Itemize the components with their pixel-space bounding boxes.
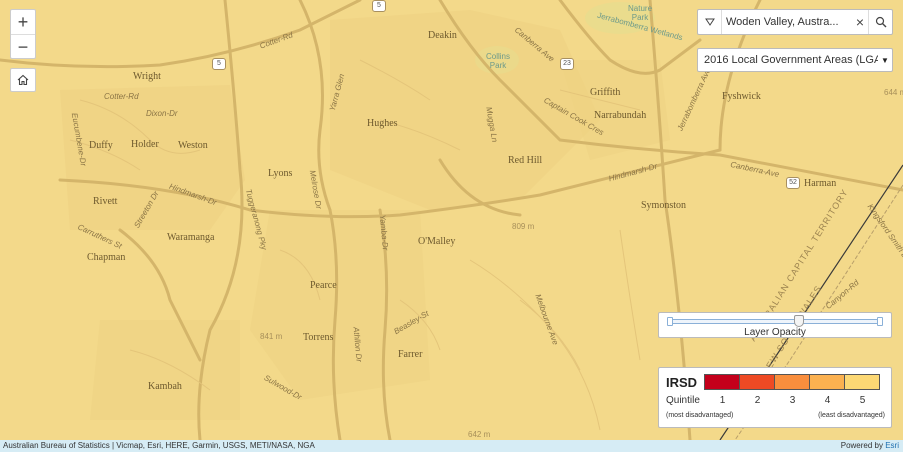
opacity-label: Layer Opacity xyxy=(744,327,806,338)
legend-swatch xyxy=(809,374,845,390)
elevation-label: 841 m xyxy=(260,332,283,341)
suburb-label: Narrabundah xyxy=(594,110,647,121)
suburb-label: Hughes xyxy=(367,118,398,129)
search-icon xyxy=(875,16,886,28)
suburb-label: O'Malley xyxy=(418,236,456,247)
elevation-label: 809 m xyxy=(512,222,535,231)
powered-by-text: Powered by xyxy=(840,441,883,450)
suburb-label: Weston xyxy=(178,140,208,151)
suburb-label: Holder xyxy=(131,139,159,150)
powered-by: Powered by Esri xyxy=(841,440,899,452)
suburb-label: Griffith xyxy=(590,87,621,98)
search-source-dropdown[interactable] xyxy=(698,10,722,34)
suburb-label: Torrens xyxy=(303,332,334,343)
legend-swatches xyxy=(704,374,880,390)
park-label: Collins Park xyxy=(486,52,511,70)
zoom-control: + − xyxy=(10,9,36,59)
suburb-label: Red Hill xyxy=(508,155,543,166)
zoom-out-button[interactable]: − xyxy=(11,34,35,58)
suburb-label: Wright xyxy=(133,71,161,82)
opacity-panel: Layer Opacity xyxy=(658,312,892,338)
suburb-label: Symonston xyxy=(641,200,687,211)
route-shield: 23 xyxy=(560,58,574,70)
legend-class-label: 4 xyxy=(824,395,831,406)
legend-swatch xyxy=(704,374,740,390)
layer-select-value: 2016 Local Government Areas (LGA) xyxy=(704,54,878,66)
suburb-label: Lyons xyxy=(268,168,293,179)
legend-note-left: (most disadvantaged) xyxy=(666,412,734,419)
route-shield: 5 xyxy=(212,58,226,70)
suburb-label: Deakin xyxy=(428,30,457,41)
elevation-label: 644 m xyxy=(884,88,903,97)
legend-quintile-label: Quintile xyxy=(666,395,700,406)
opacity-slider-track[interactable] xyxy=(669,319,879,324)
legend-class-label: 5 xyxy=(859,395,866,406)
search-widget: Woden Valley, Austra... × xyxy=(697,9,893,35)
slider-start-cap xyxy=(667,317,673,326)
suburb-label: Chapman xyxy=(87,252,126,263)
suburb-label: Waramanga xyxy=(167,232,215,243)
legend-swatch xyxy=(774,374,810,390)
attribution-sources: Australian Bureau of Statistics | Vicmap… xyxy=(3,441,315,450)
suburb-label: Kambah xyxy=(148,381,182,392)
attribution-bar: Australian Bureau of Statistics | Vicmap… xyxy=(0,440,903,452)
legend-title: IRSD xyxy=(666,375,698,390)
elevation-label: 642 m xyxy=(468,430,491,439)
road-label: Dixon-Dr xyxy=(146,109,178,118)
suburb-label: Fyshwick xyxy=(722,91,761,102)
legend-class-label: 3 xyxy=(789,395,796,406)
clear-search-button[interactable]: × xyxy=(852,14,868,30)
search-button[interactable] xyxy=(868,10,892,34)
suburb-label: Pearce xyxy=(310,280,337,291)
legend-swatch xyxy=(739,374,775,390)
layer-select[interactable]: 2016 Local Government Areas (LGA) ▼ xyxy=(697,48,893,72)
route-shield: 5 xyxy=(372,0,386,12)
legend-class-label: 1 xyxy=(719,395,726,406)
legend: IRSD Quintile 1 2 3 4 5 (most disadvanta… xyxy=(658,367,892,428)
zoom-in-button[interactable]: + xyxy=(11,10,35,34)
legend-swatch xyxy=(844,374,880,390)
caret-down-icon xyxy=(704,18,715,26)
road-label: Cotter-Rd xyxy=(104,92,139,101)
urban-area-kambah xyxy=(90,320,240,420)
urban-area-weston-creek xyxy=(60,85,245,230)
suburb-label: Duffy xyxy=(89,140,113,151)
home-button[interactable] xyxy=(10,68,36,92)
home-icon xyxy=(17,74,29,86)
suburb-label: Farrer xyxy=(398,349,423,360)
legend-class-label: 2 xyxy=(754,395,761,406)
suburb-label: Harman xyxy=(804,178,837,189)
search-input[interactable]: Woden Valley, Austra... xyxy=(722,16,852,28)
opacity-slider-thumb[interactable] xyxy=(794,315,805,327)
triangle-down-icon: ▼ xyxy=(881,55,889,65)
legend-note-right: (least disadvantaged) xyxy=(818,412,885,419)
suburb-label: Rivett xyxy=(93,196,118,207)
esri-link[interactable]: Esri xyxy=(885,441,899,450)
slider-end-cap xyxy=(877,317,883,326)
route-shield: 52 xyxy=(786,177,800,189)
legend-class-labels: 1 2 3 4 5 xyxy=(705,395,880,406)
